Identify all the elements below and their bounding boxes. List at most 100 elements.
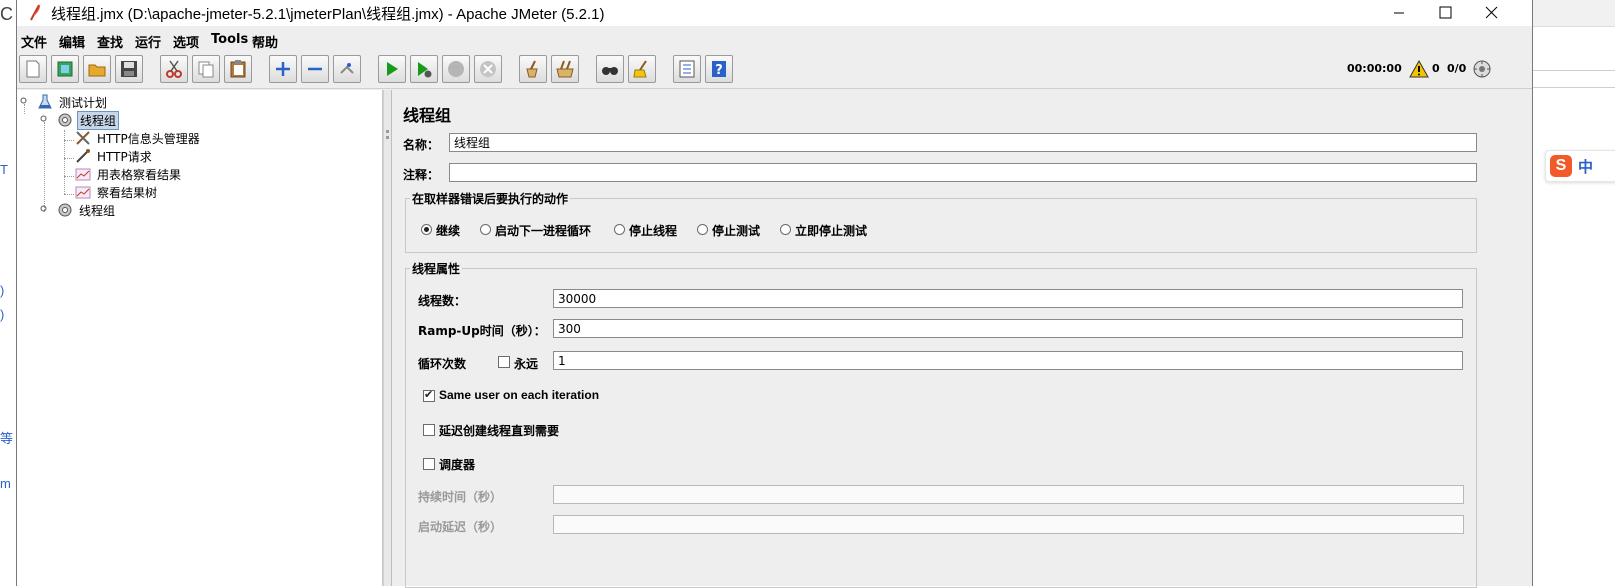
start-next-loop-radio[interactable] xyxy=(480,224,491,235)
remote-status-icon xyxy=(1473,60,1491,78)
tree-node-view-results-tree[interactable]: 察看结果树 xyxy=(75,183,335,201)
test-plan-tree[interactable]: 测试计划 线程组 HTTP信息头管理器 HTTP请求 用表格察看结果 察看结果树… xyxy=(17,90,383,586)
copy-icon xyxy=(198,61,214,78)
chart-icon xyxy=(75,186,91,199)
start-next-loop-radio-label[interactable]: 启动下一进程循环 xyxy=(495,222,591,239)
ime-mode-label: 中 xyxy=(1578,158,1594,176)
tools-icon xyxy=(76,131,90,145)
function-helper-button[interactable] xyxy=(673,55,701,83)
forever-checkbox[interactable] xyxy=(498,356,510,368)
split-pane-divider[interactable] xyxy=(383,90,392,586)
tree-expand-toggle-icon[interactable] xyxy=(40,115,47,122)
tree-node-view-results-table[interactable]: 用表格察看结果 xyxy=(75,165,335,183)
stop-button[interactable] xyxy=(442,55,470,83)
function-helper-icon xyxy=(679,60,695,78)
save-icon xyxy=(121,61,137,77)
background-divider xyxy=(1533,70,1615,71)
stop-test-radio-label[interactable]: 停止测试 xyxy=(712,222,760,239)
scheduler-checkbox[interactable] xyxy=(423,458,435,470)
expand-all-button[interactable] xyxy=(269,55,297,83)
save-button[interactable] xyxy=(115,55,143,83)
rampup-input[interactable] xyxy=(553,319,1463,338)
name-input[interactable] xyxy=(449,133,1477,152)
tree-node-label: 线程组 xyxy=(77,111,120,130)
tree-node-test-plan[interactable]: 测试计划 xyxy=(37,93,237,111)
elapsed-timer: 00:00:00 xyxy=(1347,62,1402,75)
close-icon[interactable] xyxy=(1468,0,1514,26)
stop-test-now-radio[interactable] xyxy=(780,224,791,235)
menu-tools[interactable]: Tools xyxy=(211,32,248,47)
threads-input[interactable] xyxy=(553,289,1463,308)
tree-node-http-request[interactable]: HTTP请求 xyxy=(75,147,335,165)
menu-search[interactable]: 查找 xyxy=(97,32,123,51)
start-no-pauses-button[interactable] xyxy=(410,55,438,83)
scheduler-label[interactable]: 调度器 xyxy=(439,456,475,473)
menu-edit[interactable]: 编辑 xyxy=(59,32,85,51)
toggle-button[interactable] xyxy=(333,55,361,83)
search-button[interactable] xyxy=(596,55,624,83)
startup-delay-input[interactable] xyxy=(553,515,1464,534)
start-button[interactable] xyxy=(378,55,406,83)
rampup-label: Ramp-Up时间（秒）： xyxy=(418,324,546,338)
thread-properties-group-title: 线程属性 xyxy=(410,260,463,277)
collapse-all-button[interactable] xyxy=(301,55,329,83)
tree-expand-toggle-icon[interactable] xyxy=(20,97,27,104)
warning-count: 0 xyxy=(1432,62,1440,75)
tree-node-thread-group-1[interactable]: 线程组 xyxy=(57,111,257,130)
title-bar[interactable]: 线程组.jmx (D:\apache-jmeter-5.2.1\jmeterPl… xyxy=(17,0,1532,26)
stop-thread-radio-label[interactable]: 停止线程 xyxy=(629,222,677,239)
tree-node-label: 察看结果树 xyxy=(97,186,158,200)
menu-help[interactable]: 帮助 xyxy=(252,32,278,51)
comment-input[interactable] xyxy=(449,163,1477,182)
help-icon: ? xyxy=(712,61,726,78)
clear-icon xyxy=(526,60,538,78)
delay-thread-creation-label[interactable]: 延迟创建线程直到需要 xyxy=(439,422,559,439)
clear-button[interactable] xyxy=(519,55,547,83)
tree-node-label: 用表格察看结果 xyxy=(97,168,182,182)
loop-count-input[interactable] xyxy=(553,351,1463,370)
reset-search-button[interactable] xyxy=(628,55,656,83)
tree-node-label: 线程组 xyxy=(79,204,116,218)
search-icon xyxy=(602,67,618,75)
background-char: C xyxy=(0,4,13,24)
maximize-icon[interactable] xyxy=(1422,0,1468,26)
same-user-label[interactable]: Same user on each iteration xyxy=(439,388,599,402)
open-button[interactable] xyxy=(83,55,111,83)
tree-node-header-manager[interactable]: HTTP信息头管理器 xyxy=(75,129,335,147)
stop-thread-radio[interactable] xyxy=(614,224,625,235)
copy-button[interactable] xyxy=(192,55,220,83)
help-button[interactable]: ? xyxy=(705,55,733,83)
tree-expand-toggle-icon[interactable] xyxy=(40,205,47,212)
stop-test-radio[interactable] xyxy=(697,224,708,235)
menu-run[interactable]: 运行 xyxy=(135,32,161,51)
tree-node-thread-group-2[interactable]: 线程组 xyxy=(57,201,257,219)
templates-icon xyxy=(57,61,73,77)
menu-options[interactable]: 选项 xyxy=(173,32,199,51)
background-char: ) xyxy=(0,307,5,322)
menu-file[interactable]: 文件 xyxy=(21,32,47,51)
gear-icon xyxy=(58,113,72,127)
continue-radio-label[interactable]: 继续 xyxy=(436,222,460,239)
open-icon xyxy=(88,64,106,77)
background-tabbar xyxy=(1533,0,1615,27)
paste-button[interactable] xyxy=(224,55,252,83)
continue-radio[interactable] xyxy=(421,224,432,235)
minimize-icon[interactable] xyxy=(1376,0,1422,26)
collapse-icon xyxy=(308,67,322,71)
new-button[interactable] xyxy=(19,55,47,83)
duration-input[interactable] xyxy=(553,485,1464,504)
delay-thread-creation-checkbox[interactable] xyxy=(423,424,435,436)
loop-count-label: 循环次数 xyxy=(418,357,467,371)
same-user-checkbox[interactable] xyxy=(423,388,435,402)
cut-button[interactable] xyxy=(160,55,188,83)
templates-button[interactable] xyxy=(51,55,79,83)
forever-label[interactable]: 永远 xyxy=(514,355,538,372)
ime-toolbar[interactable]: S 中 xyxy=(1545,150,1615,182)
sampler-error-group-title: 在取样器错误后要执行的动作 xyxy=(410,190,571,207)
clear-all-button[interactable] xyxy=(551,55,579,83)
window-title: 线程组.jmx (D:\apache-jmeter-5.2.1\jmeterPl… xyxy=(51,6,605,23)
thread-group-panel: 线程组 名称： 注释： 在取样器错误后要执行的动作 继续 启动下一进程循环 停止… xyxy=(393,90,1489,588)
shutdown-button[interactable] xyxy=(474,55,502,83)
warning-icon[interactable] xyxy=(1409,60,1429,78)
stop-test-now-radio-label[interactable]: 立即停止测试 xyxy=(795,222,867,239)
